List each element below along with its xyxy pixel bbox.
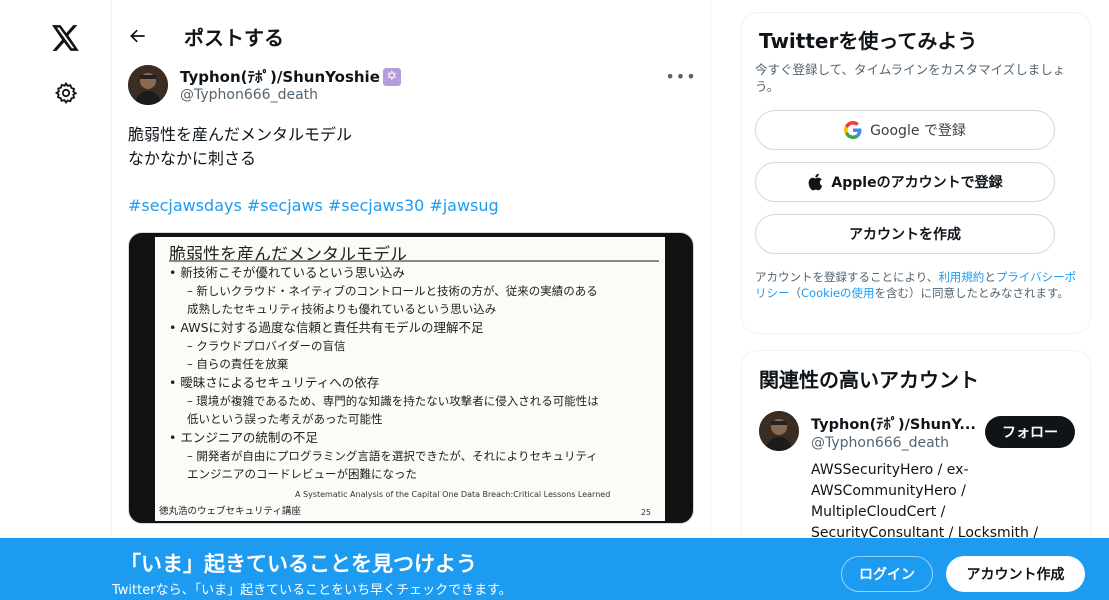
signup-card-title: Twitterを使ってみよう <box>759 29 978 53</box>
banner-subtitle: Twitterなら、「いま」起きていることをいち早くチェックできます。 <box>112 583 512 598</box>
slide-line: – 環境が複雑であるため、専門的な知識を持たない攻撃者に侵入される可能性は <box>187 394 599 408</box>
top-bar: ポストする <box>112 14 710 58</box>
login-button[interactable]: ログイン <box>841 556 933 592</box>
hashtag-link[interactable]: #secjawsdays <box>128 196 242 215</box>
related-account-handle[interactable]: @Typhon666_death <box>811 435 949 451</box>
slide-line: • AWSに対する過度な信頼と責任共有モデルの理解不足 <box>169 320 484 335</box>
bottom-signup-banner: 「いま」起きていることを見つけよう Twitterなら、「いま」起きていることを… <box>0 538 1109 600</box>
apple-icon <box>809 173 823 191</box>
author-name-text[interactable]: Typhon(ﾃﾎﾟ)/ShunYoshie <box>180 66 380 87</box>
terms-link[interactable]: 利用規約 <box>938 270 984 284</box>
legal-suffix: を含む）に同意したとみなされます。 <box>874 286 1069 300</box>
slide-line: • 曖昧さによるセキュリティへの依存 <box>169 375 380 390</box>
google-icon <box>844 121 862 139</box>
slide-line: – 開発者が自由にプログラミング言語を選択できたが、それによりセキュリティ <box>187 449 598 463</box>
hashtag-list: #secjawsdays #secjaws #secjaws30 #jawsug <box>128 196 499 215</box>
tweet-media[interactable]: 脆弱性を産んだメンタルモデル • 新技術こそが優れているという思い込み – 新しい… <box>128 232 694 524</box>
slide-divider <box>169 260 659 262</box>
page-title: ポストする <box>184 25 284 50</box>
google-signup-label: Google で登録 <box>870 123 966 139</box>
banner-title: 「いま」起きていることを見つけよう <box>120 552 477 576</box>
signup-button[interactable]: アカウント作成 <box>946 556 1085 592</box>
slide-line: エンジニアのコードレビューが困難になった <box>187 467 417 481</box>
apple-signup-label: Appleのアカウントで登録 <box>831 175 1003 191</box>
related-account-name[interactable]: Typhon(ﾃﾎﾟ)/ShunY... <box>811 413 976 434</box>
legal-text: アカウントを登録することにより、利用規約とプライバシーポリシー（Cookieの使… <box>755 269 1083 301</box>
legal-open: （ <box>789 286 802 300</box>
gear-icon[interactable] <box>44 71 88 115</box>
tweet-text-line: なかなかに刺さる <box>128 149 257 168</box>
create-account-label: アカウントを作成 <box>849 227 961 243</box>
x-logo-icon[interactable] <box>44 16 88 60</box>
star-of-david-icon: ✡ <box>382 67 401 86</box>
related-account-bio: AWSSecurityHero / ex-AWSCommunityHero / … <box>811 462 1039 541</box>
slide-image: 脆弱性を産んだメンタルモデル • 新技術こそが優れているという思い込み – 新しい… <box>155 237 665 521</box>
slide-footer: A Systematic Analysis of the Capital One… <box>295 490 611 499</box>
legal-prefix: アカウントを登録することにより、 <box>755 270 939 284</box>
slide-line: – 新しいクラウド・ネイティブのコントロールと技術の方が、従来の実績のある <box>187 284 598 298</box>
arrow-left-icon[interactable] <box>120 18 156 54</box>
apple-signup-button[interactable]: Appleのアカウントで登録 <box>755 162 1055 202</box>
slide-author: 徳丸浩のウェブセキュリティ講座 <box>159 506 301 517</box>
related-accounts-title: 関連性の高いアカウント <box>759 368 979 392</box>
signup-card-subtitle: 今すぐ登録して、タイムラインをカスタマイズしましょう。 <box>755 62 1066 94</box>
cookie-link[interactable]: Cookieの使用 <box>801 286 875 300</box>
create-account-button[interactable]: アカウントを作成 <box>755 214 1055 254</box>
slide-line: 成熟したセキュリティ技術よりも優れているという思い込み <box>187 302 497 316</box>
slide-line: – クラウドプロバイダーの盲信 <box>187 339 346 353</box>
hashtag-link[interactable]: #secjaws30 <box>328 196 424 215</box>
main-column: ポストする Typhon(ﾃﾎﾟ)/ShunYoshie ✡ @Typhon66… <box>112 0 711 600</box>
author-handle[interactable]: @Typhon666_death <box>180 87 318 103</box>
avatar[interactable] <box>128 65 168 105</box>
left-nav <box>0 0 112 600</box>
legal-and: と <box>984 270 996 284</box>
more-dots-icon[interactable]: ••• <box>665 65 695 87</box>
tweet-author: Typhon(ﾃﾎﾟ)/ShunYoshie ✡ @Typhon666_deat… <box>128 65 696 109</box>
slide-line: – 自らの責任を放棄 <box>187 357 289 371</box>
slide-body: • 新技術こそが優れているという思い込み – 新しいクラウド・ネイティブのコントロ… <box>169 263 657 483</box>
google-signup-button[interactable]: Google で登録 <box>755 110 1055 150</box>
tweet-text-line: 脆弱性を産んだメンタルモデル <box>128 125 353 144</box>
hashtag-link[interactable]: #secjaws <box>247 196 323 215</box>
slide-line: 低いという誤った考えがあった可能性 <box>187 412 383 426</box>
slide-line: • 新技術こそが優れているという思い込み <box>169 265 405 280</box>
signup-card: Twitterを使ってみよう 今すぐ登録して、タイムラインをカスタマイズしましょ… <box>741 12 1091 334</box>
avatar[interactable] <box>759 411 799 451</box>
follow-button[interactable]: フォロー <box>985 416 1075 448</box>
slide-page-number: 25 <box>640 508 651 517</box>
slide-line: • エンジニアの統制の不足 <box>169 430 318 445</box>
hashtag-link[interactable]: #jawsug <box>429 196 498 215</box>
app-root: ポストする Typhon(ﾃﾎﾟ)/ShunYoshie ✡ @Typhon66… <box>0 0 1109 600</box>
author-name[interactable]: Typhon(ﾃﾎﾟ)/ShunYoshie ✡ <box>180 66 401 87</box>
tweet-text: 脆弱性を産んだメンタルモデル なかなかに刺さる <box>128 123 688 171</box>
